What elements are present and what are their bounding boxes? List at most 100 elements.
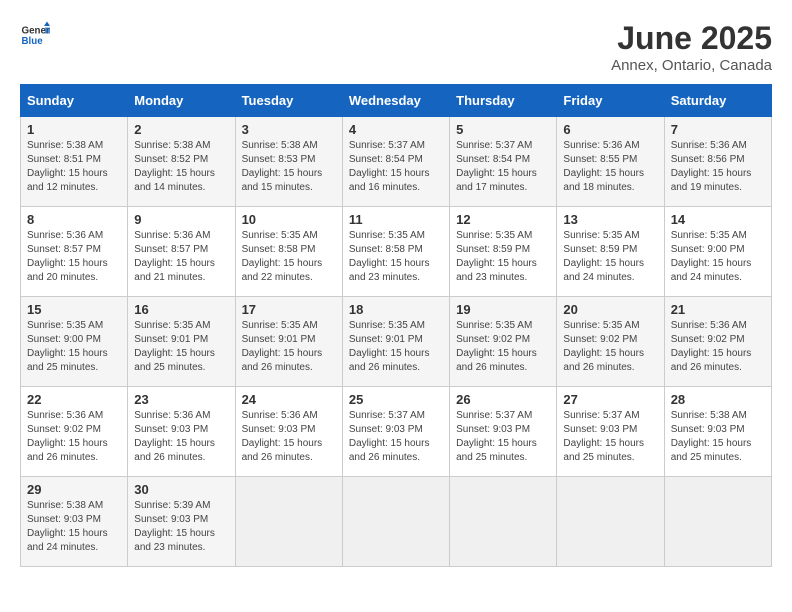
cell-5-5 (450, 477, 557, 567)
day-number: 23 (134, 392, 228, 407)
logo-icon: General Blue (20, 20, 50, 50)
cell-2-1: 8 Sunrise: 5:36 AMSunset: 8:57 PMDayligh… (21, 207, 128, 297)
cell-4-3: 24 Sunrise: 5:36 AMSunset: 9:03 PMDaylig… (235, 387, 342, 477)
cell-info: Sunrise: 5:35 AMSunset: 9:02 PMDaylight:… (456, 319, 550, 375)
cell-info: Sunrise: 5:35 AMSunset: 9:01 PMDaylight:… (242, 319, 336, 375)
header-tuesday: Tuesday (235, 85, 342, 117)
cell-info: Sunrise: 5:36 AMSunset: 8:56 PMDaylight:… (671, 139, 765, 195)
day-number: 3 (242, 122, 336, 137)
day-number: 5 (456, 122, 550, 137)
cell-5-2: 30 Sunrise: 5:39 AMSunset: 9:03 PMDaylig… (128, 477, 235, 567)
day-number: 22 (27, 392, 121, 407)
cell-4-5: 26 Sunrise: 5:37 AMSunset: 9:03 PMDaylig… (450, 387, 557, 477)
cell-info: Sunrise: 5:35 AMSunset: 9:00 PMDaylight:… (27, 319, 121, 375)
cell-info: Sunrise: 5:38 AMSunset: 9:03 PMDaylight:… (27, 499, 121, 555)
day-number: 4 (349, 122, 443, 137)
day-number: 11 (349, 212, 443, 227)
cell-2-6: 13 Sunrise: 5:35 AMSunset: 8:59 PMDaylig… (557, 207, 664, 297)
day-number: 8 (27, 212, 121, 227)
cell-info: Sunrise: 5:36 AMSunset: 9:02 PMDaylight:… (671, 319, 765, 375)
cell-4-6: 27 Sunrise: 5:37 AMSunset: 9:03 PMDaylig… (557, 387, 664, 477)
cell-info: Sunrise: 5:35 AMSunset: 8:59 PMDaylight:… (563, 229, 657, 285)
cell-info: Sunrise: 5:35 AMSunset: 9:01 PMDaylight:… (134, 319, 228, 375)
cell-4-2: 23 Sunrise: 5:36 AMSunset: 9:03 PMDaylig… (128, 387, 235, 477)
cell-info: Sunrise: 5:35 AMSunset: 8:58 PMDaylight:… (242, 229, 336, 285)
cell-1-1: 1 Sunrise: 5:38 AMSunset: 8:51 PMDayligh… (21, 117, 128, 207)
cell-5-1: 29 Sunrise: 5:38 AMSunset: 9:03 PMDaylig… (21, 477, 128, 567)
day-number: 15 (27, 302, 121, 317)
day-number: 30 (134, 482, 228, 497)
cell-1-5: 5 Sunrise: 5:37 AMSunset: 8:54 PMDayligh… (450, 117, 557, 207)
cell-4-7: 28 Sunrise: 5:38 AMSunset: 9:03 PMDaylig… (664, 387, 771, 477)
day-number: 27 (563, 392, 657, 407)
day-number: 20 (563, 302, 657, 317)
cell-info: Sunrise: 5:35 AMSunset: 9:02 PMDaylight:… (563, 319, 657, 375)
day-number: 10 (242, 212, 336, 227)
day-number: 13 (563, 212, 657, 227)
cell-info: Sunrise: 5:37 AMSunset: 9:03 PMDaylight:… (349, 409, 443, 465)
page-subtitle: Annex, Ontario, Canada (611, 57, 772, 74)
cell-4-1: 22 Sunrise: 5:36 AMSunset: 9:02 PMDaylig… (21, 387, 128, 477)
cell-info: Sunrise: 5:38 AMSunset: 8:53 PMDaylight:… (242, 139, 336, 195)
page-header: General Blue June 2025 Annex, Ontario, C… (20, 20, 772, 74)
week-row-4: 22 Sunrise: 5:36 AMSunset: 9:02 PMDaylig… (21, 387, 772, 477)
cell-4-4: 25 Sunrise: 5:37 AMSunset: 9:03 PMDaylig… (342, 387, 449, 477)
cell-info: Sunrise: 5:36 AMSunset: 8:57 PMDaylight:… (134, 229, 228, 285)
day-number: 25 (349, 392, 443, 407)
day-number: 14 (671, 212, 765, 227)
day-number: 9 (134, 212, 228, 227)
day-number: 6 (563, 122, 657, 137)
cell-3-5: 19 Sunrise: 5:35 AMSunset: 9:02 PMDaylig… (450, 297, 557, 387)
cell-5-7 (664, 477, 771, 567)
cell-3-7: 21 Sunrise: 5:36 AMSunset: 9:02 PMDaylig… (664, 297, 771, 387)
cell-2-2: 9 Sunrise: 5:36 AMSunset: 8:57 PMDayligh… (128, 207, 235, 297)
day-number: 12 (456, 212, 550, 227)
cell-info: Sunrise: 5:36 AMSunset: 9:03 PMDaylight:… (134, 409, 228, 465)
week-row-3: 15 Sunrise: 5:35 AMSunset: 9:00 PMDaylig… (21, 297, 772, 387)
day-number: 19 (456, 302, 550, 317)
day-number: 24 (242, 392, 336, 407)
day-number: 2 (134, 122, 228, 137)
cell-info: Sunrise: 5:35 AMSunset: 9:01 PMDaylight:… (349, 319, 443, 375)
header-sunday: Sunday (21, 85, 128, 117)
calendar-table: Sunday Monday Tuesday Wednesday Thursday… (20, 84, 772, 567)
header-monday: Monday (128, 85, 235, 117)
logo: General Blue (20, 20, 50, 50)
day-number: 28 (671, 392, 765, 407)
cell-info: Sunrise: 5:36 AMSunset: 8:57 PMDaylight:… (27, 229, 121, 285)
header-thursday: Thursday (450, 85, 557, 117)
cell-info: Sunrise: 5:38 AMSunset: 9:03 PMDaylight:… (671, 409, 765, 465)
week-row-5: 29 Sunrise: 5:38 AMSunset: 9:03 PMDaylig… (21, 477, 772, 567)
day-number: 1 (27, 122, 121, 137)
cell-2-5: 12 Sunrise: 5:35 AMSunset: 8:59 PMDaylig… (450, 207, 557, 297)
cell-info: Sunrise: 5:37 AMSunset: 8:54 PMDaylight:… (456, 139, 550, 195)
cell-info: Sunrise: 5:35 AMSunset: 9:00 PMDaylight:… (671, 229, 765, 285)
cell-5-4 (342, 477, 449, 567)
page-title: June 2025 (611, 20, 772, 57)
cell-info: Sunrise: 5:36 AMSunset: 9:03 PMDaylight:… (242, 409, 336, 465)
day-number: 21 (671, 302, 765, 317)
cell-info: Sunrise: 5:37 AMSunset: 9:03 PMDaylight:… (563, 409, 657, 465)
day-number: 26 (456, 392, 550, 407)
cell-info: Sunrise: 5:35 AMSunset: 8:59 PMDaylight:… (456, 229, 550, 285)
cell-info: Sunrise: 5:37 AMSunset: 9:03 PMDaylight:… (456, 409, 550, 465)
cell-1-6: 6 Sunrise: 5:36 AMSunset: 8:55 PMDayligh… (557, 117, 664, 207)
cell-2-3: 10 Sunrise: 5:35 AMSunset: 8:58 PMDaylig… (235, 207, 342, 297)
header-row: Sunday Monday Tuesday Wednesday Thursday… (21, 85, 772, 117)
day-number: 7 (671, 122, 765, 137)
svg-text:Blue: Blue (22, 36, 44, 47)
cell-info: Sunrise: 5:38 AMSunset: 8:51 PMDaylight:… (27, 139, 121, 195)
week-row-2: 8 Sunrise: 5:36 AMSunset: 8:57 PMDayligh… (21, 207, 772, 297)
header-friday: Friday (557, 85, 664, 117)
cell-3-4: 18 Sunrise: 5:35 AMSunset: 9:01 PMDaylig… (342, 297, 449, 387)
cell-info: Sunrise: 5:36 AMSunset: 8:55 PMDaylight:… (563, 139, 657, 195)
cell-info: Sunrise: 5:39 AMSunset: 9:03 PMDaylight:… (134, 499, 228, 555)
header-saturday: Saturday (664, 85, 771, 117)
cell-info: Sunrise: 5:38 AMSunset: 8:52 PMDaylight:… (134, 139, 228, 195)
cell-3-2: 16 Sunrise: 5:35 AMSunset: 9:01 PMDaylig… (128, 297, 235, 387)
cell-5-6 (557, 477, 664, 567)
cell-1-7: 7 Sunrise: 5:36 AMSunset: 8:56 PMDayligh… (664, 117, 771, 207)
cell-2-7: 14 Sunrise: 5:35 AMSunset: 9:00 PMDaylig… (664, 207, 771, 297)
cell-3-1: 15 Sunrise: 5:35 AMSunset: 9:00 PMDaylig… (21, 297, 128, 387)
title-block: June 2025 Annex, Ontario, Canada (611, 20, 772, 74)
